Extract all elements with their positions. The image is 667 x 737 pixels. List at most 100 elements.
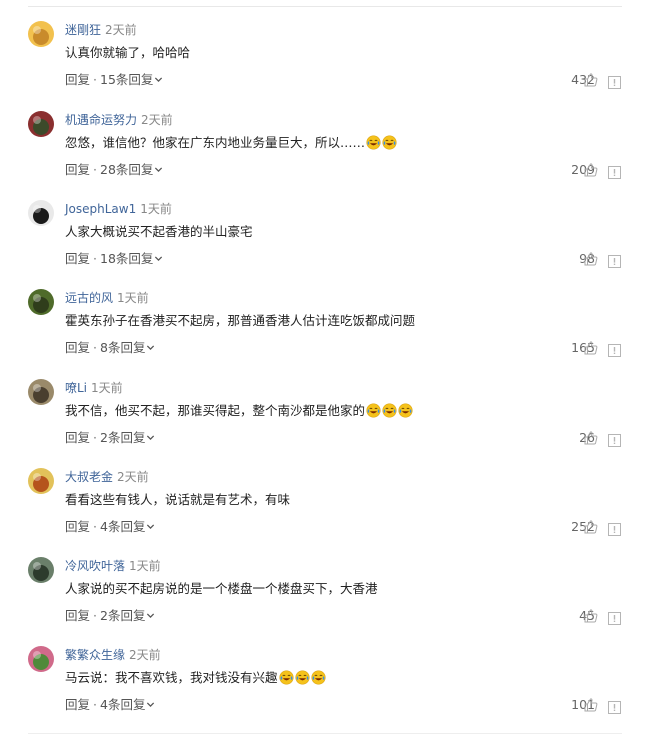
crying-laughing-emoji-icon xyxy=(278,670,294,685)
view-replies-button[interactable]: 18条回复 xyxy=(100,251,163,266)
report-flag-icon[interactable] xyxy=(608,344,621,357)
comment-item: 冷风吹叶落 1天前人家说的买不起房说的是一个楼盘一个楼盘买下，大香港 回复 · 2条回复… xyxy=(0,546,667,635)
reply-button[interactable]: 回复 xyxy=(65,697,90,712)
report-flag-icon[interactable] xyxy=(608,523,621,536)
reply-button[interactable]: 回复 xyxy=(65,340,90,355)
avatar[interactable] xyxy=(28,557,54,583)
chevron-down-icon xyxy=(147,702,155,708)
separator-dot: · xyxy=(93,340,97,355)
username[interactable]: 机遇命运努力 xyxy=(65,113,137,127)
chevron-down-icon xyxy=(147,345,155,351)
view-replies-button[interactable]: 2条回复 xyxy=(100,430,155,445)
comment-body: 忽悠，谁信他？他家在广东内地业务量巨大，所以…… xyxy=(65,135,366,150)
comment-body: 看看这些有钱人，说话就是有艺术，有味 xyxy=(65,492,291,507)
timestamp: 2天前 xyxy=(117,470,149,484)
reply-button[interactable]: 回复 xyxy=(65,72,90,87)
thumbs-up-icon[interactable] xyxy=(583,72,599,88)
comment-item: 机遇命运努力 2天前忽悠，谁信他？他家在广东内地业务量巨大，所以…… 回复 · 28条回… xyxy=(0,100,667,189)
thumbs-up-icon[interactable] xyxy=(583,251,599,267)
comment-item: 繁繁众生缘 2天前 马云说：我不喜欢钱，我对钱没有兴趣 回复 · 4条回复 101 xyxy=(0,635,667,724)
view-replies-button[interactable]: 4条回复 xyxy=(100,519,155,534)
comment-item: JosephLaw1 1天前 人家大概说买不起香港的半山豪宅 回复 · 18条回复 98 xyxy=(0,189,667,278)
comment-meta: 嘹Li 1天前 xyxy=(65,380,123,396)
report-flag-icon[interactable] xyxy=(608,612,621,625)
avatar[interactable] xyxy=(28,289,54,315)
view-replies-button[interactable]: 4条回复 xyxy=(100,697,155,712)
comment-text: 我不信，他买不起，那谁买得起，整个南沙都是他家的 xyxy=(65,402,413,420)
username[interactable]: 大叔老金 xyxy=(65,470,113,484)
view-replies-button[interactable]: 15条回复 xyxy=(100,72,163,87)
thumbs-up-icon[interactable] xyxy=(583,519,599,535)
replies-count: 2条回复 xyxy=(100,608,146,623)
report-flag-icon[interactable] xyxy=(608,166,621,179)
comment-meta: 大叔老金 2天前 xyxy=(65,469,149,485)
thumbs-up-icon[interactable] xyxy=(583,697,599,713)
username[interactable]: 繁繁众生缘 xyxy=(65,648,125,662)
avatar[interactable] xyxy=(28,468,54,494)
comment-meta: 远古的风 1天前 xyxy=(65,290,149,306)
comment-actions: 回复 · 4条回复 xyxy=(65,519,155,535)
timestamp: 2天前 xyxy=(129,648,161,662)
timestamp: 2天前 xyxy=(141,113,173,127)
comment-body: 我不信，他买不起，那谁买得起，整个南沙都是他家的 xyxy=(65,403,366,418)
comment-meta: 繁繁众生缘 2天前 xyxy=(65,647,161,663)
chevron-down-icon xyxy=(155,167,163,173)
comment-text: 看看这些有钱人，说话就是有艺术，有味 xyxy=(65,491,290,509)
crying-laughing-emoji-icon xyxy=(366,403,381,418)
view-replies-button[interactable]: 2条回复 xyxy=(100,608,155,623)
comment-item: 大叔老金 2天前 看看这些有钱人，说话就是有艺术，有味 回复 · 4条回复 252 xyxy=(0,457,667,546)
username[interactable]: 迷剛狂 xyxy=(65,23,101,37)
crying-laughing-emoji-icon xyxy=(366,135,381,150)
avatar[interactable] xyxy=(28,21,54,47)
reply-button[interactable]: 回复 xyxy=(65,608,90,623)
replies-count: 18条回复 xyxy=(100,251,154,266)
bottom-divider xyxy=(28,733,622,734)
comment-body: 认真你就输了，哈哈哈 xyxy=(65,45,191,60)
comment-item: 迷剛狂 2天前 认真你就输了，哈哈哈 回复 · 15条回复 432 xyxy=(0,10,667,99)
reply-button[interactable]: 回复 xyxy=(65,162,90,177)
thumbs-up-icon[interactable] xyxy=(583,608,599,624)
avatar[interactable] xyxy=(28,646,54,672)
view-replies-button[interactable]: 28条回复 xyxy=(100,162,163,177)
comment-text: 人家大概说买不起香港的半山豪宅 xyxy=(65,223,253,241)
username[interactable]: 远古的风 xyxy=(65,291,113,305)
comment-item: 远古的风 1天前 霍英东孙子在香港买不起房，那普通香港人估计连吃饭都成问题 回复 · 8条… xyxy=(0,278,667,367)
replies-count: 15条回复 xyxy=(100,72,154,87)
timestamp: 1天前 xyxy=(140,202,172,216)
reply-button[interactable]: 回复 xyxy=(65,519,90,534)
thumbs-up-icon[interactable] xyxy=(583,162,599,178)
comment-meta: JosephLaw1 1天前 xyxy=(65,201,172,217)
comment-meta: 冷风吹叶落 1天前 xyxy=(65,558,161,574)
chevron-down-icon xyxy=(155,256,163,262)
comment-actions: 回复 · 18条回复 xyxy=(65,251,163,267)
timestamp: 1天前 xyxy=(117,291,149,305)
top-divider xyxy=(28,6,622,7)
reply-button[interactable]: 回复 xyxy=(65,251,90,266)
report-flag-icon[interactable] xyxy=(608,76,621,89)
report-flag-icon[interactable] xyxy=(608,434,621,447)
report-flag-icon[interactable] xyxy=(608,255,621,268)
separator-dot: · xyxy=(93,608,97,623)
username[interactable]: 冷风吹叶落 xyxy=(65,559,125,573)
crying-laughing-emoji-icon xyxy=(294,670,310,685)
comment-actions: 回复 · 28条回复 xyxy=(65,162,163,178)
avatar[interactable] xyxy=(28,111,54,137)
avatar[interactable] xyxy=(28,200,54,226)
comment-text: 忽悠，谁信他？他家在广东内地业务量巨大，所以…… xyxy=(65,134,397,152)
username[interactable]: 嘹Li xyxy=(65,381,87,395)
comment-text: 人家说的买不起房说的是一个楼盘一个楼盘买下，大香港 xyxy=(65,580,378,598)
view-replies-button[interactable]: 8条回复 xyxy=(100,340,155,355)
chevron-down-icon xyxy=(155,77,163,83)
separator-dot: · xyxy=(93,519,97,534)
comment-meta: 机遇命运努力 2天前 xyxy=(65,112,173,128)
comment-text: 马云说：我不喜欢钱，我对钱没有兴趣 xyxy=(65,669,326,687)
replies-count: 4条回复 xyxy=(100,697,146,712)
thumbs-up-icon[interactable] xyxy=(583,430,599,446)
username[interactable]: JosephLaw1 xyxy=(65,202,136,216)
avatar[interactable] xyxy=(28,379,54,405)
thumbs-up-icon[interactable] xyxy=(583,340,599,356)
report-flag-icon[interactable] xyxy=(608,701,621,714)
comment-body: 人家说的买不起房说的是一个楼盘一个楼盘买下，大香港 xyxy=(65,581,378,596)
separator-dot: · xyxy=(93,251,97,266)
reply-button[interactable]: 回复 xyxy=(65,430,90,445)
